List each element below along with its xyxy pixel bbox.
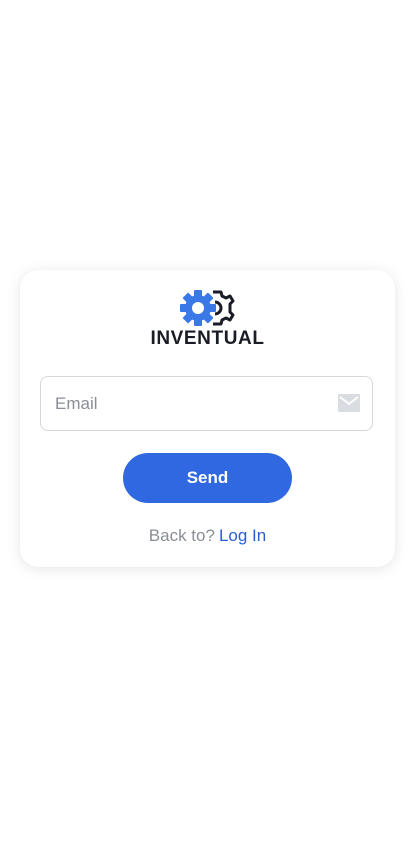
login-link[interactable]: Log In bbox=[219, 526, 266, 545]
send-button[interactable]: Send bbox=[123, 453, 292, 503]
page: INVENTUAL Send Back to?Log In bbox=[0, 0, 415, 865]
gears-icon bbox=[180, 290, 235, 326]
back-to-text: Back to? bbox=[148, 526, 215, 545]
email-input[interactable] bbox=[55, 377, 325, 430]
forgot-password-card: INVENTUAL Send Back to?Log In bbox=[20, 270, 395, 567]
back-to-login: Back to? Log In bbox=[20, 526, 395, 546]
brand-logo: INVENTUAL bbox=[20, 288, 395, 350]
brand-name: INVENTUAL bbox=[150, 328, 265, 349]
mail-icon bbox=[338, 394, 360, 412]
email-field[interactable] bbox=[40, 376, 373, 431]
